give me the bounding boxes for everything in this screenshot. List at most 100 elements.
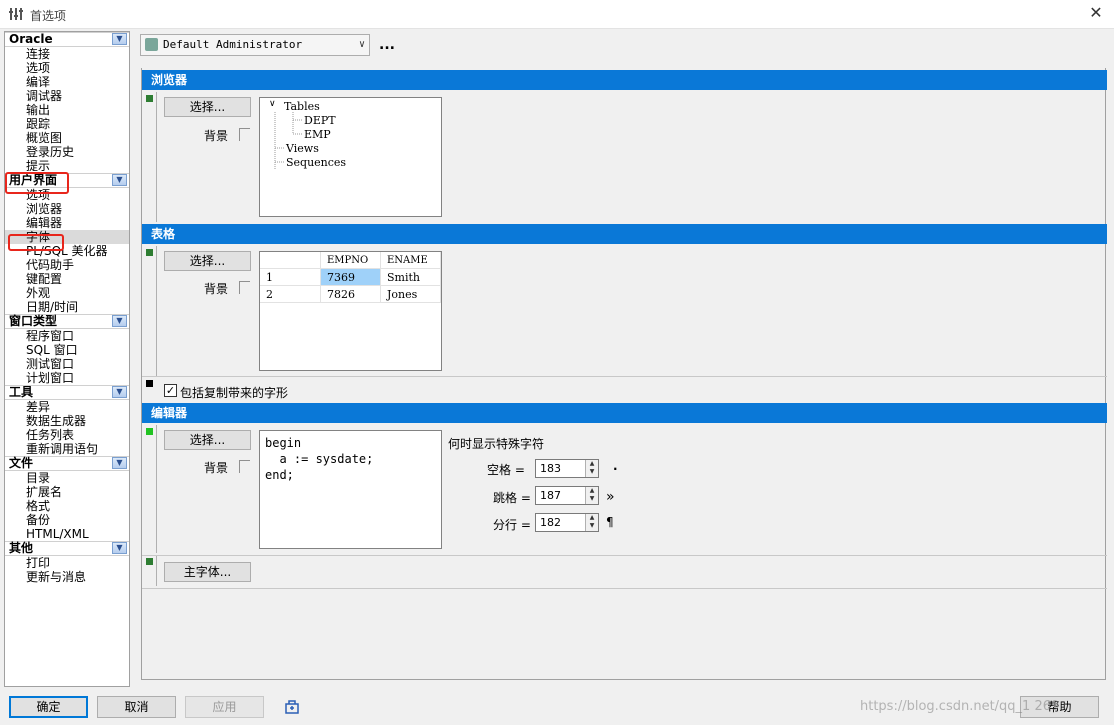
grid-column-header: EMPNO [321,252,381,269]
nav-item[interactable]: 重新调用语句 [5,442,129,456]
tab-stepper[interactable]: 187 ▲ ▼ [535,486,599,505]
main-font-button[interactable]: 主字体... [164,562,251,582]
grid-background-checkbox[interactable] [239,281,250,294]
copy-font-marker [146,380,153,387]
nav-item[interactable]: SQL 窗口 [5,343,129,357]
tree-expand-icon[interactable]: ∨ [269,99,276,109]
category-nav: Oracle ▼ 连接 选项 编译 调试器 输出 跟踪 概览图 登录历史 提示 用户界面 ▼ 选项 浏览器编… [4,31,130,687]
nav-item[interactable]: HTML/XML [5,527,129,541]
grid-font-marker [146,249,153,256]
nav-group-header[interactable]: 窗口类型 ▼ [5,314,129,329]
spin-arrows-icon[interactable]: ▲ ▼ [585,460,598,477]
nav-item[interactable]: 程序窗口 [5,329,129,343]
grid-cell: 1 [260,269,321,286]
help-button[interactable]: 帮助 [1020,696,1099,718]
nav-item[interactable]: 任务列表 [5,428,129,442]
browser-background-label: 背景 [204,129,229,143]
nav-item[interactable]: 打印 [5,556,129,570]
nav-group-label: 窗口类型 [9,314,58,328]
nav-item[interactable]: 备份 [5,513,129,527]
collapse-chevron-icon[interactable]: ▼ [112,386,127,398]
editor-background-checkbox[interactable] [239,460,250,473]
title-bar: 首选项 ✕ [0,0,1114,29]
nav-item[interactable]: 格式 [5,499,129,513]
nav-item[interactable]: 提示 [5,159,129,173]
nav-item[interactable]: 数据生成器 [5,414,129,428]
nav-item[interactable]: 代码助手 [5,258,129,272]
nav-item[interactable]: 编辑器 [5,216,129,230]
line-stepper[interactable]: 182 ▲ ▼ [535,513,599,532]
divider [142,376,1107,377]
nav-item[interactable]: 更新与消息 [5,570,129,584]
nav-item[interactable]: 登录历史 [5,145,129,159]
editor-select-button[interactable]: 选择... [164,430,251,450]
divider [156,92,157,222]
grid-background-label: 背景 [204,282,229,296]
nav-item[interactable]: 日期/时间 [5,300,129,314]
pin-icon[interactable] [284,699,302,715]
nav-item[interactable]: 浏览器 [5,202,129,216]
nav-group-header[interactable]: 工具 ▼ [5,385,129,400]
nav-item[interactable]: 概览图 [5,131,129,145]
collapse-chevron-icon[interactable]: ▼ [112,315,127,327]
collapse-chevron-icon[interactable]: ▼ [112,174,127,186]
space-value: 183 [540,462,561,475]
browser-select-button[interactable]: 选择... [164,97,251,117]
ok-button[interactable]: 确定 [9,696,88,718]
grid-select-button[interactable]: 选择... [164,251,251,271]
nav-item[interactable]: 目录 [5,471,129,485]
grid-cell: Smith [381,269,441,286]
nav-item[interactable]: 键配置 [5,272,129,286]
nav-group-header[interactable]: 其他 ▼ [5,541,129,556]
nav-group-header[interactable]: 文件 ▼ [5,456,129,471]
nav-item[interactable]: 外观 [5,286,129,300]
nav-group-header[interactable]: Oracle ▼ [5,32,129,47]
nav-group-label: Oracle [9,32,53,46]
include-copy-font-label: 包括复制带来的字形 [180,386,289,400]
grid-column-header [260,252,321,269]
spin-arrows-icon[interactable]: ▲ ▼ [585,487,598,504]
grid-cell: 7826 [321,286,381,303]
window-title: 首选项 [30,9,67,23]
line-label: 分行 = [493,518,531,532]
collapse-chevron-icon[interactable]: ▼ [112,542,127,554]
preferences-icon [9,8,23,20]
nav-item[interactable]: 连接 [5,47,129,61]
editor-font-marker [146,428,153,435]
nav-item[interactable]: 扩展名 [5,485,129,499]
divider [156,246,157,376]
grid-cell: 2 [260,286,321,303]
nav-item[interactable]: 差异 [5,400,129,414]
include-copy-font-checkbox[interactable]: ✓ [164,384,177,397]
profile-select-value: Default Administrator [163,38,303,51]
nav-item[interactable]: 编译 [5,75,129,89]
nav-item[interactable]: 计划窗口 [5,371,129,385]
highlight-user-interface [5,172,69,194]
divider [142,555,1107,556]
browser-section-header: 浏览器 [142,70,1107,90]
nav-item[interactable]: 测试窗口 [5,357,129,371]
space-stepper[interactable]: 183 ▲ ▼ [535,459,599,478]
special-chars-title: 何时显示特殊字符 [448,437,545,451]
tree-node-sequences: Sequences [286,156,347,169]
profile-more-button[interactable]: ... [379,37,395,53]
database-icon [145,38,158,51]
nav-item[interactable]: 跟踪 [5,117,129,131]
content-panel: Default Administrator ∨ ... 浏览器 选择... 背景… [140,31,1108,683]
divider [156,425,157,553]
nav-item[interactable]: 选项 [5,61,129,75]
space-symbol: . [613,459,618,473]
collapse-chevron-icon[interactable]: ▼ [112,33,127,45]
profile-select[interactable]: Default Administrator ∨ [140,34,370,56]
nav-item[interactable]: 调试器 [5,89,129,103]
highlight-font-item [8,234,64,251]
apply-button[interactable]: 应用 [185,696,264,718]
collapse-chevron-icon[interactable]: ▼ [112,457,127,469]
spin-arrows-icon[interactable]: ▲ ▼ [585,514,598,531]
cancel-button[interactable]: 取消 [97,696,176,718]
browser-font-marker [146,95,153,102]
nav-item[interactable]: 输出 [5,103,129,117]
browser-background-checkbox[interactable] [239,128,250,141]
line-value: 182 [540,516,561,529]
close-icon[interactable]: ✕ [1084,2,1108,24]
